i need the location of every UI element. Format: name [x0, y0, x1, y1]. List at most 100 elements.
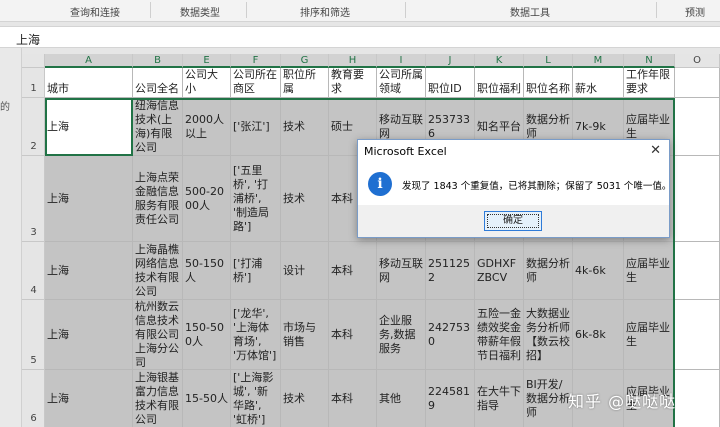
row-header-3[interactable]: 3	[22, 156, 45, 242]
ribbon-group-forecast: 预测	[685, 8, 705, 19]
header-cell-city[interactable]: 城市	[45, 68, 133, 98]
table-cell[interactable]: 2511252	[426, 242, 475, 300]
table-cell[interactable]: 6k-8k	[573, 300, 624, 370]
table-cell[interactable]: 上海晶樵网络信息技术有限公司	[133, 242, 183, 300]
table-cell[interactable]: ['张江']	[231, 98, 281, 156]
table-cell[interactable]: 本科	[329, 300, 377, 370]
table-cell[interactable]: 市场与销售	[281, 300, 329, 370]
table-cell[interactable]: GDHXFZBCV	[475, 242, 524, 300]
header-cell-company-name[interactable]: 公司全名	[133, 68, 183, 98]
table-cell[interactable]: 上海	[45, 370, 133, 427]
table-cell[interactable]: 上海点荣金融信息服务有限责任公司	[133, 156, 183, 242]
table-cell[interactable]: 15-50人	[183, 370, 231, 427]
table-cell[interactable]: 50-150人	[183, 242, 231, 300]
table-cell[interactable]: 上海	[45, 156, 133, 242]
table-cell[interactable]: ['上海影城', '新华路', '虹桥']	[231, 370, 281, 427]
header-cell-company-size[interactable]: 公司大小	[183, 68, 231, 98]
column-header-g[interactable]: G	[281, 54, 329, 68]
table-cell[interactable]: 技术	[281, 370, 329, 427]
table-cell[interactable]: 数据分析师	[524, 242, 573, 300]
row-header-5[interactable]: 5	[22, 300, 45, 370]
table-cell[interactable]: 应届毕业生	[624, 300, 675, 370]
row-header-2[interactable]: 2	[22, 98, 45, 156]
table-cell[interactable]: 其他	[377, 370, 426, 427]
header-cell-job-id[interactable]: 职位ID	[426, 68, 475, 98]
table-cell[interactable]: 设计	[281, 242, 329, 300]
header-cell-education[interactable]: 教育要求	[329, 68, 377, 98]
table-cell[interactable]: 上海	[45, 242, 133, 300]
table-cell[interactable]: 上海	[45, 300, 133, 370]
header-cell-job-title[interactable]: 职位名称	[524, 68, 573, 98]
table-cell[interactable]: 大数据业务分析师【数云校招】	[524, 300, 573, 370]
table-cell[interactable]: 技术	[281, 98, 329, 156]
ribbon-group-sort-filter: 排序和筛选	[300, 8, 350, 19]
table-cell[interactable]: 150-500人	[183, 300, 231, 370]
empty-cell[interactable]	[675, 370, 720, 427]
table-cell[interactable]: 本科	[329, 242, 377, 300]
row-number: 4	[30, 285, 37, 296]
table-cell[interactable]: 企业服务,数据服务	[377, 300, 426, 370]
table-cell[interactable]: BI开发/数据分析师	[524, 370, 573, 427]
table-cell[interactable]: 上海银基富力信息技术有限公司	[133, 370, 183, 427]
left-pane: 的	[0, 48, 22, 427]
empty-cell[interactable]	[675, 242, 720, 300]
row-header-4[interactable]: 4	[22, 242, 45, 300]
column-header-i[interactable]: I	[377, 54, 426, 68]
column-header-k[interactable]: K	[475, 54, 524, 68]
column-header-m[interactable]: M	[573, 54, 624, 68]
column-header-h[interactable]: H	[329, 54, 377, 68]
table-cell[interactable]: ['五里桥', '打浦桥', '制造局路']	[231, 156, 281, 242]
dialog-title: Microsoft Excel	[364, 145, 447, 158]
table-cell[interactable]: 杭州数云信息技术有限公司上海分公司	[133, 300, 183, 370]
column-header-a[interactable]: A	[45, 54, 133, 68]
column-header-f[interactable]: F	[231, 54, 281, 68]
table-cell[interactable]: 移动互联网	[377, 242, 426, 300]
formula-bar-value[interactable]: 上海	[16, 31, 40, 48]
table-cell[interactable]: ['打浦桥']	[231, 242, 281, 300]
row-header-1[interactable]: 1	[22, 68, 45, 98]
row-number: 5	[30, 355, 37, 366]
table-cell[interactable]: 应届毕业生	[624, 242, 675, 300]
table-cell[interactable]: 2000人以上	[183, 98, 231, 156]
row-header-6[interactable]: 6	[22, 370, 45, 427]
table-cell[interactable]: 纽海信息技术(上海)有限公司	[133, 98, 183, 156]
empty-cell[interactable]	[675, 98, 720, 156]
column-header-l[interactable]: L	[524, 54, 573, 68]
table-cell[interactable]: 在大牛下指导	[475, 370, 524, 427]
dialog-footer: 确定	[358, 205, 669, 237]
row-number: 3	[30, 227, 37, 238]
ok-button[interactable]: 确定	[484, 211, 542, 231]
select-all-corner[interactable]	[22, 54, 45, 68]
table-cell[interactable]: 4k-6k	[573, 242, 624, 300]
table-cell-active[interactable]: 上海	[45, 98, 133, 156]
table-cell[interactable]: ['龙华', '上海体育场', '万体馆']	[231, 300, 281, 370]
header-cell-job-category[interactable]: 职位所属	[281, 68, 329, 98]
ribbon-separator	[405, 2, 406, 18]
spreadsheet-grid[interactable]: A B E F G H I J K L M N O 1 2 3 4 5 6 城市…	[22, 54, 720, 427]
close-icon[interactable]: ✕	[650, 143, 661, 158]
table-cell[interactable]: 技术	[281, 156, 329, 242]
ribbon-separator	[150, 2, 151, 18]
header-cell-district[interactable]: 公司所在商区	[231, 68, 281, 98]
empty-cell[interactable]	[675, 156, 720, 242]
column-header-n[interactable]: N	[624, 54, 675, 68]
empty-cell[interactable]	[675, 68, 720, 98]
table-cell[interactable]: 本科	[329, 370, 377, 427]
header-cell-benefits[interactable]: 职位福利	[475, 68, 524, 98]
empty-cell[interactable]	[675, 300, 720, 370]
table-cell[interactable]: 500-2000人	[183, 156, 231, 242]
column-header-b[interactable]: B	[133, 54, 183, 68]
row-number: 2	[30, 141, 37, 152]
table-cell[interactable]: 五险一金绩效奖金带薪年假节日福利	[475, 300, 524, 370]
header-cell-salary[interactable]: 薪水	[573, 68, 624, 98]
ribbon-group-data-tools: 数据工具	[510, 8, 550, 19]
table-cell[interactable]: 2427530	[426, 300, 475, 370]
header-cell-experience[interactable]: 工作年限要求	[624, 68, 675, 98]
column-header-e[interactable]: E	[183, 54, 231, 68]
column-header-o[interactable]: O	[675, 54, 720, 68]
table-cell[interactable]: 2245819	[426, 370, 475, 427]
column-header-j[interactable]: J	[426, 54, 475, 68]
header-cell-industry[interactable]: 公司所属领域	[377, 68, 426, 98]
formula-bar[interactable]: 上海	[0, 26, 720, 48]
selection-border-top	[45, 98, 675, 100]
